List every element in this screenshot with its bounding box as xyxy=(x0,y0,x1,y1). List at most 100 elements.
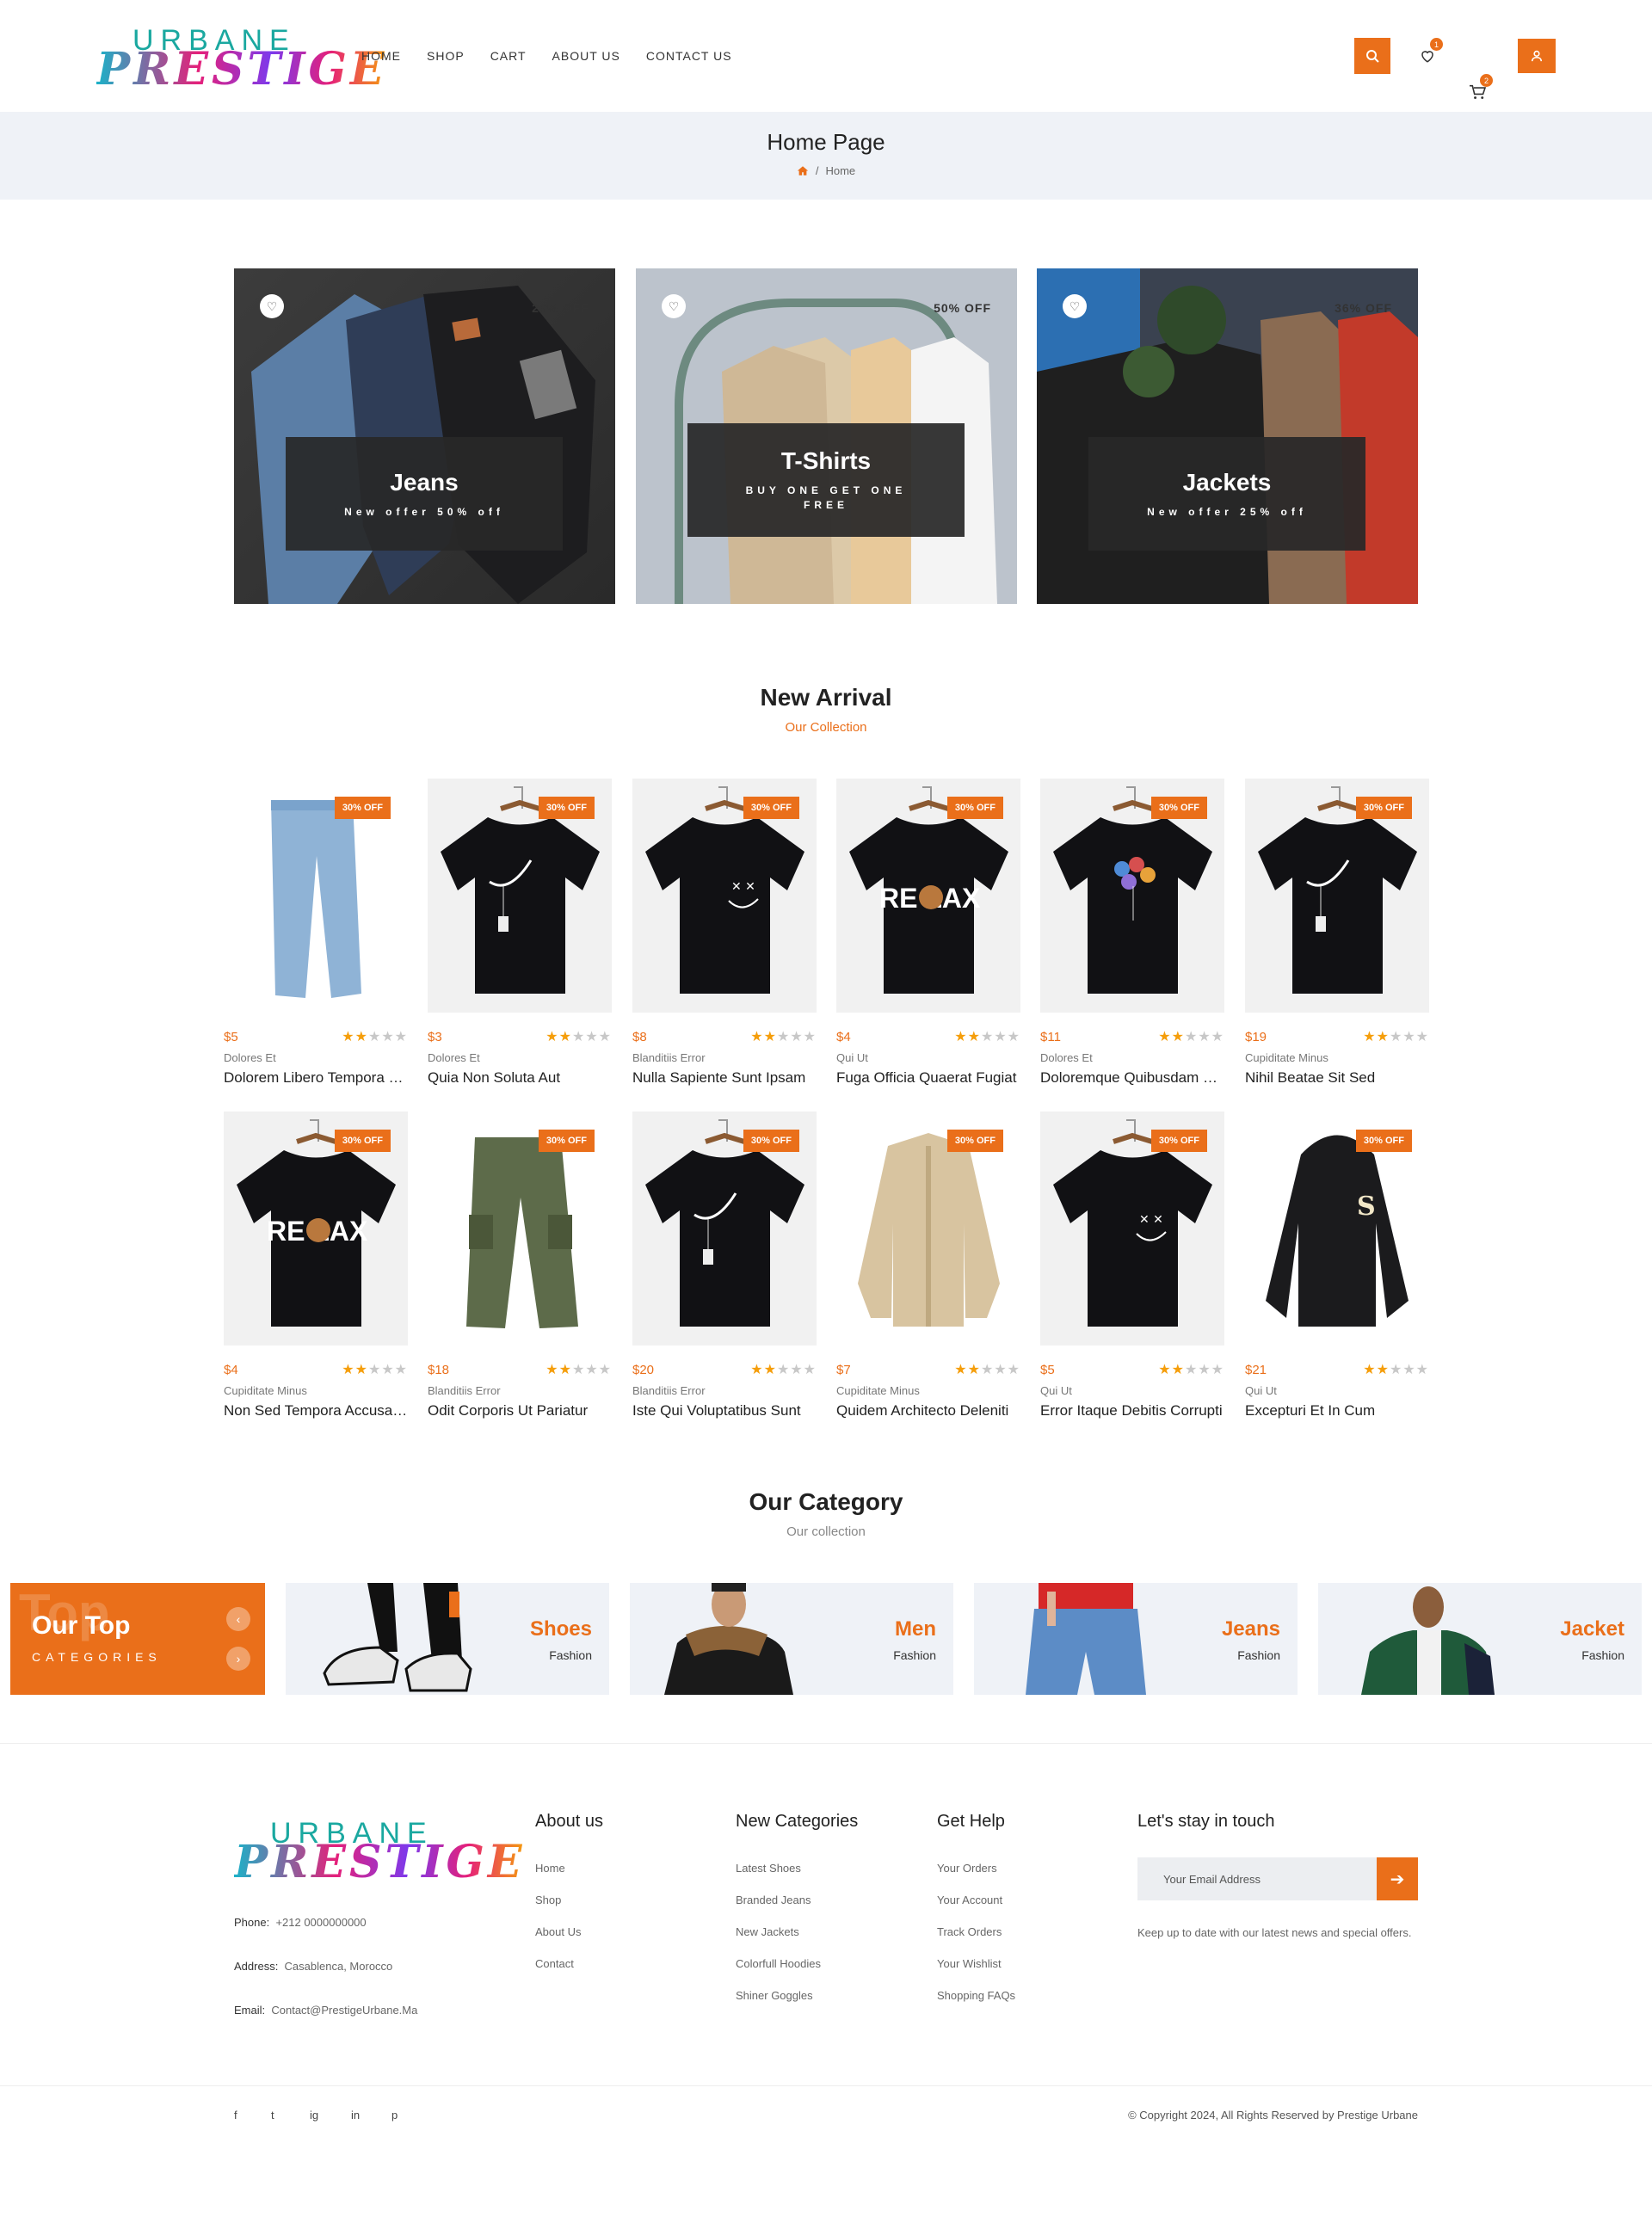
promo-heart-icon[interactable]: ♡ xyxy=(1063,294,1087,318)
product-card[interactable]: 30% OFF $20 ★★★★★ Blanditiis Error Iste Qui … xyxy=(632,1112,817,1419)
product-card[interactable]: S 30% OFF $21 ★★★★★ Qui Ut Excepturi Et In Cu… xyxy=(1245,1112,1429,1419)
product-card[interactable]: 30% OFF $7 ★★★★★ Cupiditate Minus Quidem Arc… xyxy=(836,1112,1020,1419)
product-name[interactable]: Excepturi Et In Cum xyxy=(1245,1402,1429,1419)
category-title: Men xyxy=(895,1617,936,1641)
star-icon: ★ xyxy=(994,1363,1008,1377)
star-icon: ★ xyxy=(776,1030,791,1044)
category-card-jeans[interactable]: Jeans Fashion xyxy=(974,1583,1298,1695)
footer-link[interactable]: Colorfull Hoodies xyxy=(736,1957,858,1970)
product-name[interactable]: Error Itaque Debitis Corrupti xyxy=(1040,1402,1224,1419)
product-name[interactable]: Iste Qui Voluptatibus Sunt xyxy=(632,1402,817,1419)
footer-link[interactable]: Your Wishlist xyxy=(937,1957,1015,1970)
star-icon: ★ xyxy=(342,1363,355,1377)
product-card[interactable]: 30% OFF $11 ★★★★★ Dolores Et Doloremque Quib… xyxy=(1040,779,1224,1087)
promo-card-jeans[interactable]: ♡ 26% OFF Jeans New offer 50% off xyxy=(234,268,615,604)
product-card[interactable]: 30% OFF $5 ★★★★★ Dolores Et Dolorem Libero T… xyxy=(224,779,408,1087)
email-value[interactable]: Contact@PrestigeUrbane.Ma xyxy=(271,2004,417,2017)
rating-stars: ★★★★★ xyxy=(954,1361,1020,1378)
newsletter-submit-button[interactable]: ➔ xyxy=(1377,1857,1418,1900)
product-name[interactable]: Nihil Beatae Sit Sed xyxy=(1245,1069,1429,1087)
wishlist-button[interactable]: 1 xyxy=(1409,38,1446,74)
nav-shop[interactable]: SHOP xyxy=(427,49,465,63)
promo-heart-icon[interactable]: ♡ xyxy=(260,294,284,318)
nav-home[interactable]: HOME xyxy=(361,49,401,63)
product-name[interactable]: Non Sed Tempora Accusamus xyxy=(224,1402,408,1419)
product-price: $18 xyxy=(428,1362,450,1377)
product-name[interactable]: Nulla Sapiente Sunt Ipsam xyxy=(632,1069,817,1087)
product-image[interactable]: 30% OFF xyxy=(428,1112,612,1346)
twitter-icon[interactable]: t xyxy=(271,2109,274,2122)
nav-about[interactable]: ABOUT US xyxy=(552,49,620,63)
rating-stars: ★★★★★ xyxy=(546,1361,612,1378)
product-card[interactable]: 30% OFF $18 ★★★★★ Blanditiis Error Odit Corp… xyxy=(428,1112,612,1419)
cart-button[interactable]: 2 xyxy=(1459,74,1495,110)
product-image[interactable]: ✕ ✕ 30% OFF xyxy=(1040,1112,1224,1346)
product-name[interactable]: Fuga Officia Quaerat Fugiat xyxy=(836,1069,1020,1087)
footer-link[interactable]: Branded Jeans xyxy=(736,1894,858,1906)
search-button[interactable] xyxy=(1354,38,1390,74)
chevron-left-icon[interactable]: ‹ xyxy=(226,1607,250,1631)
promo-card-tshirts[interactable]: ♡ 50% OFF T-Shirts BUY ONE GET ONE FREE xyxy=(636,268,1017,604)
footer-link[interactable]: New Jackets xyxy=(736,1925,858,1938)
product-image[interactable]: 30% OFF xyxy=(224,779,408,1013)
pinterest-icon[interactable]: p xyxy=(391,2109,398,2122)
product-card[interactable]: 30% OFF $3 ★★★★★ Dolores Et Quia Non Soluta … xyxy=(428,779,612,1087)
account-button[interactable] xyxy=(1518,39,1556,73)
product-image[interactable]: S 30% OFF xyxy=(1245,1112,1429,1346)
footer-link[interactable]: About Us xyxy=(535,1925,603,1938)
brand-logo[interactable]: URBANE PRESTIGE xyxy=(96,17,385,95)
footer-link[interactable]: Contact xyxy=(535,1957,603,1970)
product-image[interactable]: 30% OFF xyxy=(1040,779,1224,1013)
chevron-right-icon[interactable]: › xyxy=(226,1647,250,1671)
category-card-jacket[interactable]: Jacket Fashion xyxy=(1318,1583,1642,1695)
nav-contact[interactable]: CONTACT US xyxy=(646,49,732,63)
home-icon[interactable] xyxy=(797,165,809,176)
footer-link[interactable]: Shiner Goggles xyxy=(736,1989,858,2002)
newsletter-email-input[interactable]: Your Email Address xyxy=(1137,1857,1377,1900)
category-title: Shoes xyxy=(529,1617,592,1641)
product-image[interactable]: ✕ ✕ 30% OFF xyxy=(632,779,817,1013)
footer-link[interactable]: Home xyxy=(535,1862,603,1875)
category-subtitle: Fashion xyxy=(1237,1648,1280,1662)
product-name[interactable]: Dolorem Libero Tempora Nisi xyxy=(224,1069,408,1087)
product-card[interactable]: RE LAX 30% OFF $4 ★★★★★ Cupiditate Minus Non … xyxy=(224,1112,408,1419)
product-category: Qui Ut xyxy=(1245,1384,1277,1397)
product-name[interactable]: Quia Non Soluta Aut xyxy=(428,1069,612,1087)
footer-link[interactable]: Your Orders xyxy=(937,1862,1015,1875)
promo-caption-box: Jackets New offer 25% off xyxy=(1088,437,1365,551)
product-name[interactable]: Odit Corporis Ut Pariatur xyxy=(428,1402,612,1419)
star-icon: ★ xyxy=(354,1363,368,1377)
product-image[interactable]: 30% OFF xyxy=(1245,779,1429,1013)
instagram-icon[interactable]: ig xyxy=(310,2109,318,2122)
star-icon: ★ xyxy=(1211,1030,1224,1044)
footer-logo[interactable]: URBANE PRESTIGE xyxy=(234,1810,522,1888)
footer-link[interactable]: Latest Shoes xyxy=(736,1862,858,1875)
nav-cart[interactable]: CART xyxy=(490,49,527,63)
product-image[interactable]: RE LAX 30% OFF xyxy=(224,1112,408,1346)
promo-heart-icon[interactable]: ♡ xyxy=(662,294,686,318)
linkedin-icon[interactable]: in xyxy=(351,2109,360,2122)
footer-link[interactable]: Track Orders xyxy=(937,1925,1015,1938)
category-card-shoes[interactable]: Shoes Fashion xyxy=(286,1583,609,1695)
footer-link[interactable]: Your Account xyxy=(937,1894,1015,1906)
promo-card-jackets[interactable]: ♡ 36% OFF Jackets New offer 25% off xyxy=(1037,268,1418,604)
product-image[interactable]: 30% OFF xyxy=(632,1112,817,1346)
product-card[interactable]: ✕ ✕ 30% OFF $5 ★★★★★ Qui Ut Error Itaque Debi… xyxy=(1040,1112,1224,1419)
product-image[interactable]: 30% OFF xyxy=(428,779,612,1013)
product-image[interactable]: RE LAX 30% OFF xyxy=(836,779,1020,1013)
product-price: $4 xyxy=(224,1362,238,1377)
facebook-icon[interactable]: f xyxy=(234,2109,237,2122)
footer-link[interactable]: Shop xyxy=(535,1894,603,1906)
product-name[interactable]: Quidem Architecto Deleniti xyxy=(836,1402,1020,1419)
star-icon: ★ xyxy=(354,1030,368,1044)
category-card-men[interactable]: Men Fashion xyxy=(630,1583,953,1695)
section-title: Our Category xyxy=(749,1488,903,1515)
product-image[interactable]: 30% OFF xyxy=(836,1112,1020,1346)
product-name[interactable]: Doloremque Quibusdam Sunt xyxy=(1040,1069,1224,1087)
our-category-heading: Our Category Our collection xyxy=(0,1488,1652,1539)
footer-link[interactable]: Shopping FAQs xyxy=(937,1989,1015,2002)
product-card[interactable]: ✕ ✕ 30% OFF $8 ★★★★★ Blanditiis Error Nulla S… xyxy=(632,779,817,1087)
product-card[interactable]: 30% OFF $19 ★★★★★ Cupiditate Minus Nihil Bea… xyxy=(1245,779,1429,1087)
cart-icon xyxy=(1470,84,1486,100)
product-card[interactable]: RE LAX 30% OFF $4 ★★★★★ Qui Ut Fuga Officia Q… xyxy=(836,779,1020,1087)
